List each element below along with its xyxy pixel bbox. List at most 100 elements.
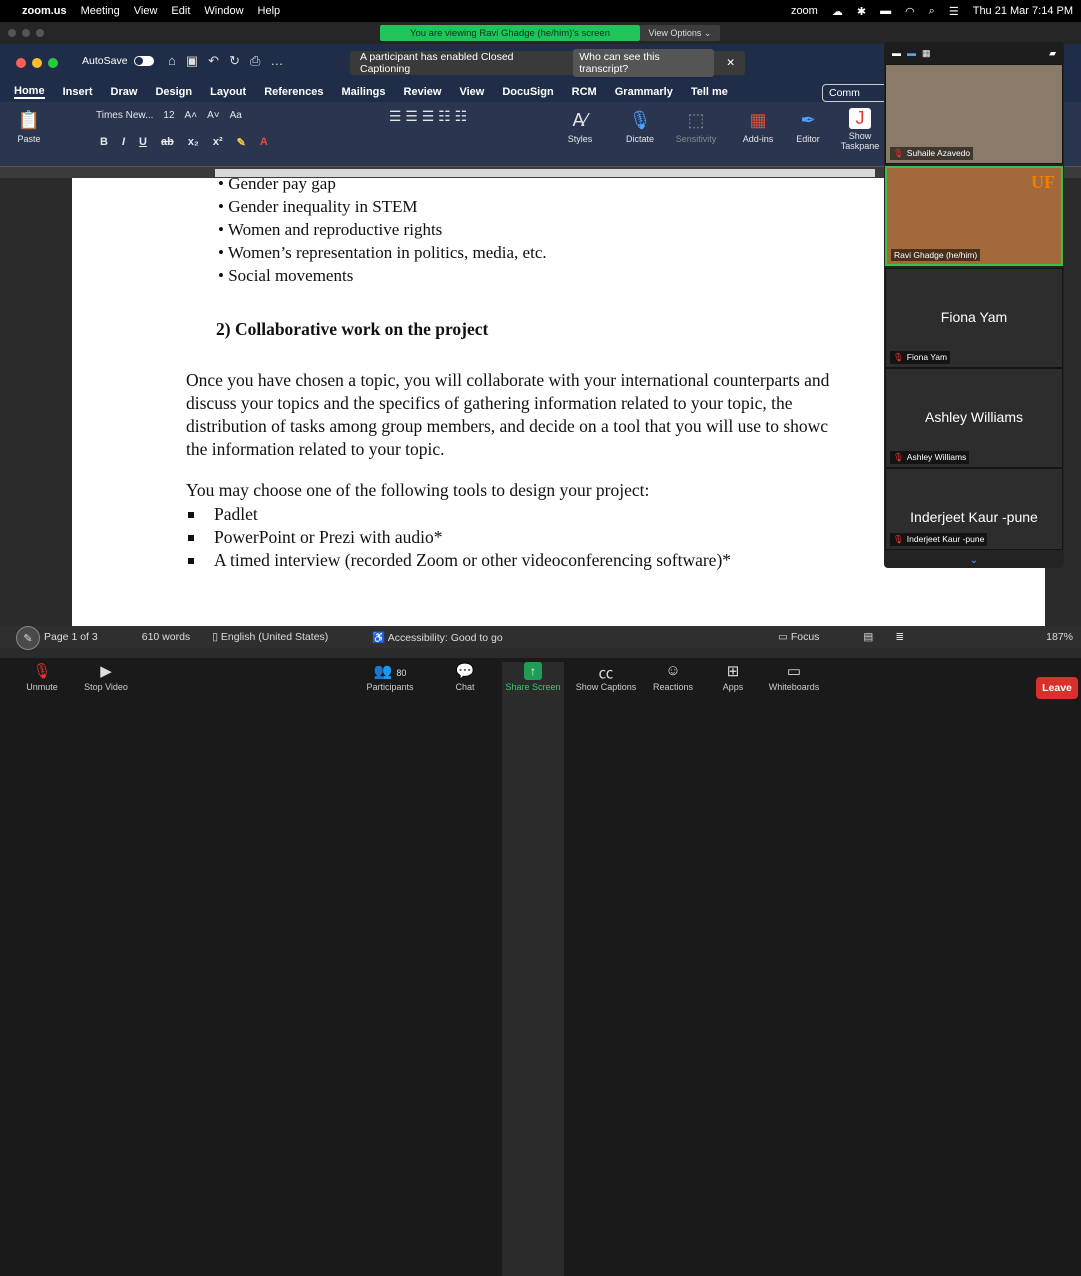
tab-design[interactable]: Design <box>155 86 192 98</box>
paragraph-controls[interactable]: ☰ ☰ ☰ ☷ ☷ <box>368 108 488 125</box>
print-icon[interactable]: ⎙ <box>250 53 260 69</box>
tab-home[interactable]: Home <box>14 85 45 99</box>
tab-docusign[interactable]: DocuSign <box>502 86 553 98</box>
caption-notice-text: A participant has enabled Closed Caption… <box>360 51 514 75</box>
font-name-select[interactable]: Times New... <box>96 110 153 121</box>
gallery-toolbar: ▬ ▬ ▦ ▰ <box>884 42 1064 64</box>
participant-tile[interactable]: Fiona Yam 🎙 Fiona Yam <box>885 268 1063 368</box>
editor-button[interactable]: ✒ Editor <box>790 110 826 144</box>
font-color-icon[interactable]: A <box>260 136 268 149</box>
save-icon[interactable]: ▣ <box>186 53 198 69</box>
chat-button[interactable]: 💬 Chat <box>450 662 480 692</box>
apps-button[interactable]: ⊞ Apps <box>718 662 748 692</box>
search-icon[interactable]: ⌕ <box>929 5 935 18</box>
minimize-gallery-icon[interactable]: ▬ <box>892 48 901 58</box>
share-screen-button[interactable]: ↑ Share Screen <box>502 662 564 1276</box>
language-status[interactable]: ▯ English (United States) <box>212 631 350 643</box>
view-options-button[interactable]: View Options ⌄ <box>640 25 720 41</box>
unmute-button[interactable]: 🎙 Unmute <box>20 662 64 692</box>
tab-draw[interactable]: Draw <box>111 86 138 98</box>
control-center-icon[interactable]: ☰ <box>949 5 959 18</box>
participant-tile[interactable]: Ashley Williams 🎙 Ashley Williams <box>885 368 1063 468</box>
close-window-button[interactable] <box>8 29 16 37</box>
focus-button[interactable]: ▭ Focus <box>778 631 841 643</box>
bold-icon[interactable]: B <box>100 136 108 149</box>
chevron-down-icon[interactable]: ⌄ <box>884 555 1064 566</box>
italic-icon[interactable]: I <box>122 136 125 149</box>
dictate-button[interactable]: 🎙 Dictate <box>620 110 660 144</box>
reactions-button[interactable]: ☺ Reactions <box>648 662 698 692</box>
stop-video-button[interactable]: ▶ Stop Video <box>76 662 136 692</box>
tab-layout[interactable]: Layout <box>210 86 246 98</box>
annotate-pen-icon[interactable]: ✎ <box>16 626 40 650</box>
minimize-window-button[interactable] <box>22 29 30 37</box>
print-layout-icon[interactable]: ▤ <box>863 631 873 643</box>
paragraph-line: discuss your topics and the specifics of… <box>186 393 793 413</box>
undo-icon[interactable]: ↶ <box>208 53 219 69</box>
wifi-icon[interactable]: ◠ <box>905 5 915 18</box>
battery-icon[interactable]: ▬ <box>880 5 891 17</box>
zoom-status-label[interactable]: zoom <box>791 5 818 17</box>
menu-view[interactable]: View <box>134 5 158 17</box>
popout-icon[interactable]: ▰ <box>1049 48 1056 59</box>
superscript-icon[interactable]: x² <box>213 136 223 149</box>
underline-icon[interactable]: U <box>139 136 147 149</box>
menu-app[interactable]: zoom.us <box>22 5 67 17</box>
accessibility-status[interactable]: ♿ Accessibility: Good to go <box>372 631 524 644</box>
tab-grammarly[interactable]: Grammarly <box>615 86 673 98</box>
menubar-clock[interactable]: Thu 21 Mar 7:14 PM <box>973 5 1073 17</box>
menu-edit[interactable]: Edit <box>171 5 190 17</box>
tab-tell-me[interactable]: Tell me <box>691 86 728 98</box>
paste-button[interactable]: 📋 Paste <box>14 110 44 144</box>
page-count[interactable]: Page 1 of 3 <box>44 631 120 643</box>
styles-icon: A⁄ <box>572 110 588 130</box>
word-zoom-button[interactable] <box>48 58 58 68</box>
sensitivity-button[interactable]: ⬚ Sensitivity <box>672 110 720 144</box>
menu-help[interactable]: Help <box>258 5 281 17</box>
grid-view-icon[interactable]: ▦ <box>922 48 931 59</box>
zoom-window-button[interactable] <box>36 29 44 37</box>
font-grow-icon[interactable]: A˄ <box>185 110 198 121</box>
word-count[interactable]: 610 words <box>142 631 190 643</box>
tab-view[interactable]: View <box>459 86 484 98</box>
show-captions-button[interactable]: ㏄ Show Captions <box>572 662 640 692</box>
active-speaker-tile[interactable]: UF Ravi Ghadge (he/him) <box>885 166 1063 266</box>
transcript-visibility-link[interactable]: Who can see this transcript? <box>573 49 715 77</box>
show-taskpane-button[interactable]: J Show Taskpane <box>838 108 882 151</box>
tab-insert[interactable]: Insert <box>63 86 93 98</box>
home-icon[interactable]: ⌂ <box>168 53 176 69</box>
change-case-icon[interactable]: Aa <box>230 110 242 121</box>
word-close-button[interactable] <box>16 58 26 68</box>
leave-button[interactable]: Leave <box>1036 677 1078 699</box>
strikethrough-icon[interactable]: ab <box>161 136 174 149</box>
cloud-icon[interactable]: ☁ <box>832 5 843 18</box>
participants-button[interactable]: 👥 80 Participants <box>360 662 420 692</box>
more-icon[interactable]: … <box>270 53 283 69</box>
web-layout-icon[interactable]: ≣ <box>895 631 904 643</box>
subscript-icon[interactable]: x₂ <box>188 136 199 149</box>
tab-references[interactable]: References <box>264 86 323 98</box>
menu-meeting[interactable]: Meeting <box>81 5 120 17</box>
redo-icon[interactable]: ↻ <box>229 53 240 69</box>
autosave-toggle[interactable]: AutoSave <box>82 55 154 67</box>
bluetooth-icon[interactable]: ✱ <box>857 5 866 18</box>
word-minimize-button[interactable] <box>32 58 42 68</box>
editor-icon: ✒ <box>800 110 816 130</box>
participant-tile[interactable]: 🎙 Suhaile Azavedo <box>885 64 1063 164</box>
styles-button[interactable]: A⁄ Styles <box>560 110 600 144</box>
comments-button[interactable]: Comm <box>822 84 888 102</box>
highlight-icon[interactable]: ✎ <box>237 136 246 149</box>
menu-window[interactable]: Window <box>204 5 243 17</box>
tab-rcm[interactable]: RCM <box>572 86 597 98</box>
close-icon[interactable]: ✕ <box>726 57 735 69</box>
tab-mailings[interactable]: Mailings <box>342 86 386 98</box>
addins-button[interactable]: ▦ Add-ins <box>736 110 780 144</box>
whiteboards-button[interactable]: ▭ Whiteboards <box>762 662 826 692</box>
list-item: Gender inequality in STEM <box>218 195 547 218</box>
tab-review[interactable]: Review <box>404 86 442 98</box>
font-size-select[interactable]: 12 <box>163 110 174 121</box>
participant-tile[interactable]: Inderjeet Kaur -pune 🎙 Inderjeet Kaur -pu… <box>885 468 1063 550</box>
font-shrink-icon[interactable]: A˅ <box>207 110 220 121</box>
zoom-level[interactable]: 187% <box>1046 631 1073 643</box>
strip-view-icon[interactable]: ▬ <box>907 48 916 58</box>
